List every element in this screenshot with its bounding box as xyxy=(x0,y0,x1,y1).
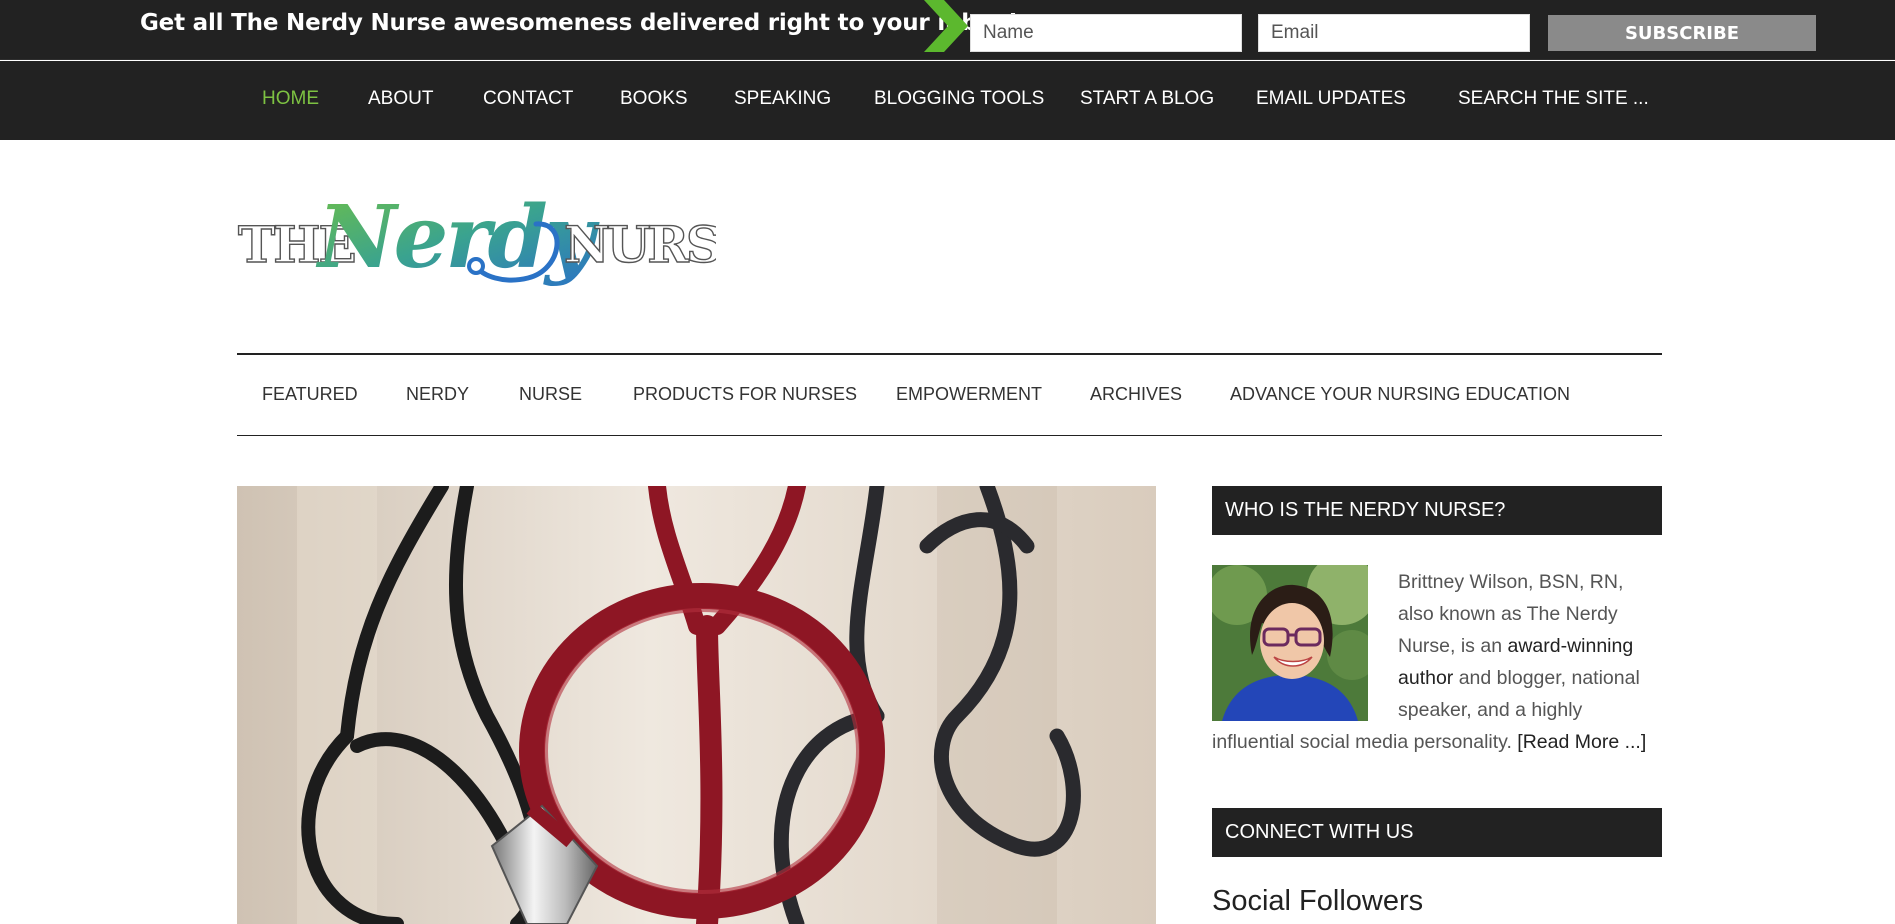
category-item-archives[interactable]: ARCHIVES xyxy=(1090,384,1182,405)
category-item-products-for-nurses[interactable]: PRODUCTS FOR NURSES xyxy=(633,384,857,405)
search-input[interactable]: SEARCH THE SITE ... xyxy=(1458,88,1698,110)
nav-item-blogging-tools[interactable]: BLOGGING TOOLS xyxy=(874,88,1044,110)
email-field[interactable] xyxy=(1258,14,1530,52)
nav-item-speaking[interactable]: SPEAKING xyxy=(734,88,831,110)
category-nav: FEATURED NERDY NURSE PRODUCTS FOR NURSES… xyxy=(237,353,1662,436)
category-item-advance-your-nursing-education[interactable]: ADVANCE YOUR NURSING EDUCATION xyxy=(1230,384,1570,405)
main-nav: HOME ABOUT CONTACT BOOKS SPEAKING BLOGGI… xyxy=(0,61,1895,140)
category-item-featured[interactable]: FEATURED xyxy=(262,384,358,405)
connect-widget-title: CONNECT WITH US xyxy=(1212,808,1662,857)
chevron-right-icon xyxy=(924,0,968,52)
name-field[interactable] xyxy=(970,14,1242,52)
nav-item-contact[interactable]: CONTACT xyxy=(483,88,573,110)
subscribe-bar: Get all The Nerdy Nurse awesomeness deli… xyxy=(0,0,1895,60)
social-followers-heading: Social Followers xyxy=(1212,885,1424,917)
category-item-nerdy[interactable]: NERDY xyxy=(406,384,469,405)
nav-item-about[interactable]: ABOUT xyxy=(368,88,433,110)
category-item-nurse[interactable]: NURSE xyxy=(519,384,582,405)
nav-item-start-a-blog[interactable]: START A BLOG xyxy=(1080,88,1214,110)
nav-item-email-updates[interactable]: EMAIL UPDATES xyxy=(1256,88,1406,110)
about-widget-title: WHO IS THE NERDY NURSE? xyxy=(1212,486,1662,535)
read-more-link[interactable]: [Read More ...] xyxy=(1517,731,1646,753)
featured-post-image[interactable] xyxy=(237,486,1156,924)
author-bio: Brittney Wilson, BSN, RN, also known as … xyxy=(1212,571,1647,753)
logo-text-nurse: NURSE xyxy=(564,215,716,274)
site-logo[interactable]: THE Nerdy NURSE xyxy=(236,182,716,306)
category-item-empowerment[interactable]: EMPOWERMENT xyxy=(896,384,1042,405)
subscribe-button[interactable]: SUBSCRIBE xyxy=(1548,15,1816,51)
stethoscope-chestpiece-icon xyxy=(467,257,485,275)
subscribe-promo-text: Get all The Nerdy Nurse awesomeness deli… xyxy=(140,10,1019,36)
nav-item-home[interactable]: HOME xyxy=(262,88,319,110)
nav-item-books[interactable]: BOOKS xyxy=(620,88,688,110)
